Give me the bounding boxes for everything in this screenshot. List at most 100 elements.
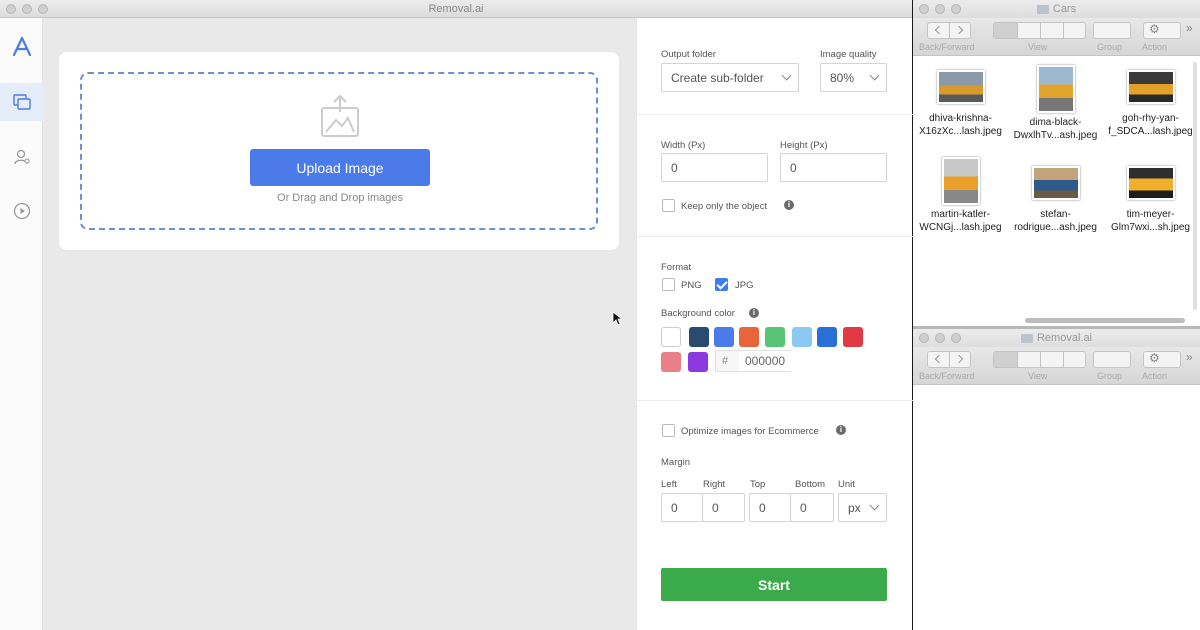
toolbar-overflow-icon[interactable]: » [1186,350,1193,364]
zoom-window-button[interactable] [951,4,961,14]
color-swatch[interactable] [739,327,759,347]
height-input[interactable]: 0 [780,153,887,182]
height-label: Height (Px) [780,140,828,151]
zoom-window-button[interactable] [951,333,961,343]
minimize-window-button[interactable] [935,4,945,14]
hex-value: 000000 [739,351,791,371]
png-label: PNG [681,280,702,291]
close-window-button[interactable] [919,4,929,14]
color-swatch[interactable] [765,327,785,347]
start-button[interactable]: Start [661,568,887,601]
margin-unit-select[interactable]: px [838,493,887,522]
file-item[interactable]: goh-rhy-yan-f_SDCA...lash.jpeg [1103,70,1198,138]
back-forward-buttons[interactable] [927,351,971,368]
color-swatch[interactable] [661,327,681,347]
color-swatch[interactable] [843,327,863,347]
divider [637,236,913,237]
window-controls [919,333,961,343]
margin-left-input[interactable]: 0 [661,493,703,522]
info-icon[interactable]: i [784,200,794,210]
back-icon [934,25,944,35]
toolbar-label-view: View [1028,371,1048,381]
toolbar-label-group: Group [1097,371,1123,381]
close-window-button[interactable] [6,4,16,14]
horizontal-scrollbar[interactable] [1025,318,1185,323]
folder-icon [1036,4,1049,14]
finder-toolbar: ⚙ » Back/Forward View Group Action [913,347,1200,385]
color-swatch[interactable] [689,327,709,347]
file-item[interactable]: dima-black- DwxlhTv...ash.jpeg [1008,65,1103,142]
action-button[interactable]: ⚙ [1143,351,1181,368]
margin-top-label: Top [750,479,766,490]
toolbar-label-back-forward: Back/Forward [919,371,975,381]
keep-object-checkbox[interactable] [662,199,675,212]
margin-bottom-input[interactable]: 0 [790,493,834,522]
view-mode-buttons[interactable] [993,351,1086,368]
optimize-ecommerce-checkbox[interactable] [662,424,675,437]
upload-image-icon [321,94,359,137]
margin-bottom-label: Bottom [795,479,826,490]
group-button[interactable] [1093,22,1131,39]
finder-window-cars: Cars ⚙ » Back/Forward View Group Action … [913,0,1200,326]
file-item[interactable]: dhiva-krishna- X16zXc...lash.jpeg [913,70,1008,138]
minimize-window-button[interactable] [22,4,32,14]
file-item[interactable]: tim-meyer- Glm7wxi...sh.jpeg [1103,166,1198,234]
images-icon [12,94,31,110]
margin-top-input[interactable]: 0 [749,493,791,522]
keep-object-label: Keep only the object [681,201,768,212]
jpg-checkbox[interactable] [715,278,728,291]
file-item[interactable]: stefan-rodrigue...ash.jpeg [1008,166,1103,234]
color-swatch[interactable] [714,327,734,347]
group-button[interactable] [1093,351,1131,368]
settings-panel: Output folder Create sub-folder Image qu… [636,18,913,630]
format-label: Format [661,262,692,273]
zoom-window-button[interactable] [38,4,48,14]
file-name: dhiva-krishna- X16zXc...lash.jpeg [919,113,1002,137]
chevron-down-icon [869,70,880,81]
sidebar-item-tutorial[interactable] [0,192,43,230]
action-button[interactable]: ⚙ [1143,22,1181,39]
width-input[interactable]: 0 [661,153,768,182]
color-swatch[interactable] [792,327,812,347]
image-quality-value: 80% [830,70,855,85]
hex-color-input[interactable]: # 000000 [715,350,791,372]
chevron-down-icon [781,70,792,81]
file-name: dima-black- DwxlhTv...ash.jpeg [1013,117,1098,141]
png-checkbox[interactable] [662,278,675,291]
title-bar: Removal.ai [0,0,912,18]
upload-card: Upload Image Or Drag and Drop images [59,52,619,250]
view-mode-buttons[interactable] [993,22,1086,39]
info-icon[interactable]: i [749,308,759,318]
vertical-scrollbar[interactable] [1193,62,1197,310]
logo-icon[interactable] [0,28,43,66]
image-quality-select[interactable]: 80% [820,63,887,92]
hex-prefix: # [722,355,729,367]
close-window-button[interactable] [919,333,929,343]
back-forward-buttons[interactable] [927,22,971,39]
info-icon[interactable]: i [836,425,846,435]
folder-icon [1020,333,1033,343]
divider [637,114,913,115]
file-item[interactable]: martin-katler- WCNGj...lash.jpeg [913,157,1008,234]
forward-icon [954,25,964,35]
sidebar-item-account[interactable] [0,138,43,176]
toolbar-label-back-forward: Back/Forward [919,42,975,52]
margin-right-label: Right [703,479,726,490]
color-swatch[interactable] [817,327,837,347]
sidebar-item-images[interactable] [0,83,43,121]
image-thumbnail [941,157,980,205]
image-thumbnail [1126,166,1175,200]
color-swatch[interactable] [688,352,708,372]
output-folder-select[interactable]: Create sub-folder [661,63,799,92]
toolbar-overflow-icon[interactable]: » [1186,21,1193,35]
margin-unit-label: Unit [838,479,855,490]
toolbar-label-action: Action [1142,371,1168,381]
window-controls [919,4,961,14]
upload-image-button[interactable]: Upload Image [250,149,430,186]
minimize-window-button[interactable] [935,333,945,343]
margin-right-input[interactable]: 0 [702,493,745,522]
drop-zone[interactable]: Upload Image Or Drag and Drop images [80,72,598,230]
background-color-label: Background color [661,308,735,319]
chevron-down-icon [869,500,880,511]
color-swatch[interactable] [661,352,681,372]
